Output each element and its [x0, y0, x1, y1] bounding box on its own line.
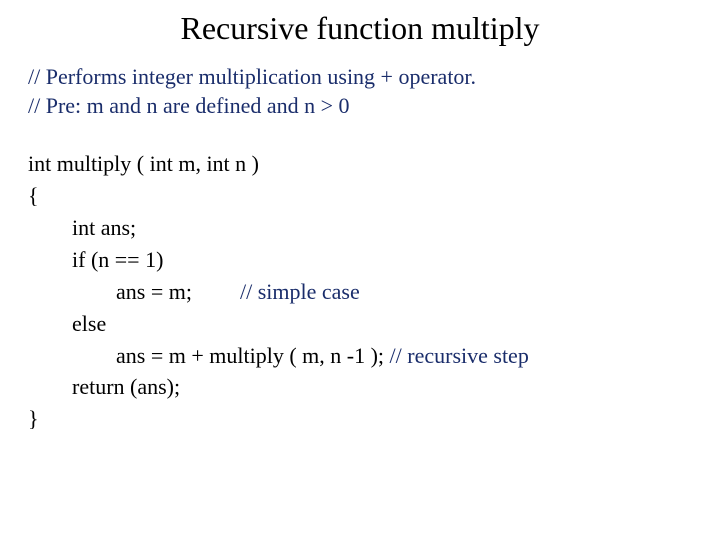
code-if-stmt: if (n == 1)	[28, 244, 692, 276]
comment-line-1: // Performs integer multiplication using…	[28, 63, 692, 92]
code-simple-assign: ans = m;	[116, 279, 192, 304]
code-recursive-assign: ans = m + multiply ( m, n -1 );	[116, 343, 390, 368]
code-return-stmt: return (ans);	[28, 371, 692, 403]
code-else-stmt: else	[28, 308, 692, 340]
comment-line-2: // Pre: m and n are defined and n > 0	[28, 92, 692, 121]
code-simple-comment: // simple case	[240, 279, 360, 304]
code-var-decl: int ans;	[28, 212, 692, 244]
slide-title: Recursive function multiply	[28, 10, 692, 47]
code-recursive-step: ans = m + multiply ( m, n -1 ); // recur…	[28, 340, 692, 372]
code-recursive-comment: // recursive step	[390, 343, 529, 368]
spacer	[28, 120, 692, 148]
code-brace-open: {	[28, 180, 692, 212]
code-fn-decl: int multiply ( int m, int n )	[28, 148, 692, 180]
code-brace-close: }	[28, 403, 692, 435]
code-simple-case: ans = m; // simple case	[28, 276, 692, 308]
